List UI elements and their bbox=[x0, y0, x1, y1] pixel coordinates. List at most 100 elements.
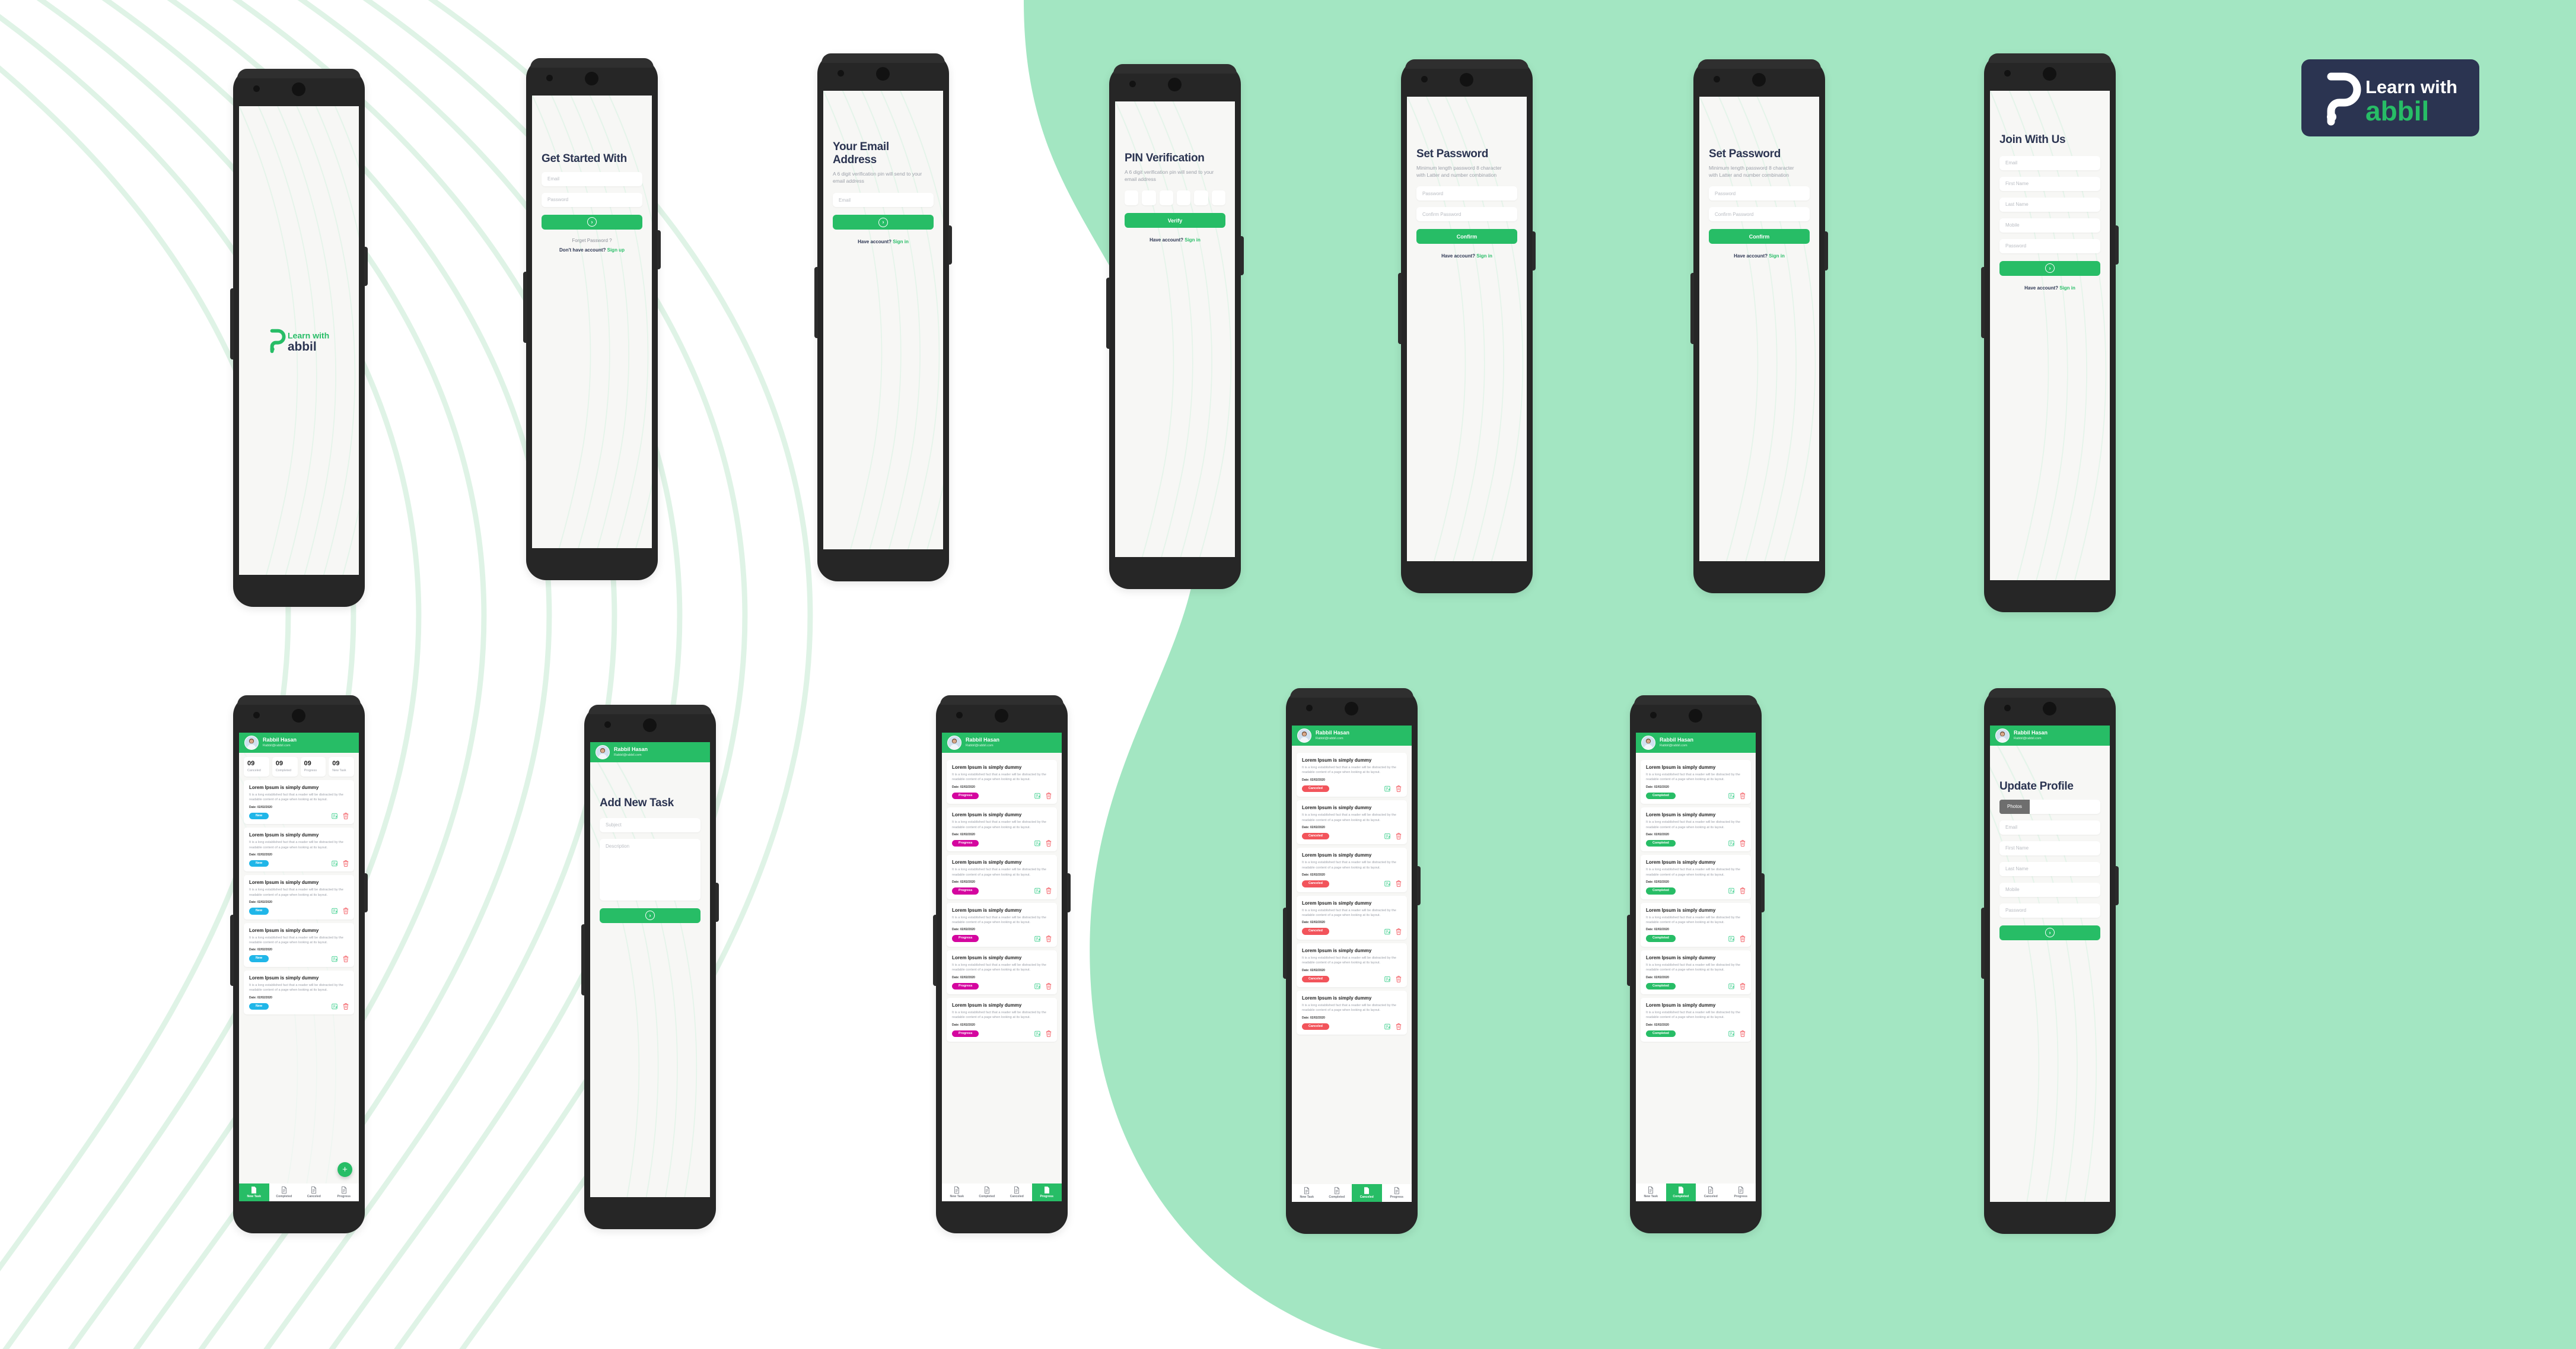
pin-digit-4[interactable] bbox=[1176, 190, 1191, 206]
power-button[interactable] bbox=[1761, 873, 1765, 912]
status-badge[interactable]: Completed bbox=[1646, 839, 1676, 847]
delete-task-icon[interactable] bbox=[1046, 840, 1052, 847]
bottom-nav-item-new-task[interactable]: New Task bbox=[1636, 1183, 1666, 1201]
bottom-navigation[interactable]: New Task Completed Canceled Progress bbox=[1292, 1184, 1412, 1202]
volume-button[interactable] bbox=[1398, 273, 1402, 344]
delete-task-icon[interactable] bbox=[1740, 887, 1746, 895]
power-button[interactable] bbox=[2115, 866, 2119, 905]
power-button[interactable] bbox=[948, 225, 952, 265]
signup-link[interactable]: Sign up bbox=[607, 247, 625, 253]
edit-task-icon[interactable] bbox=[1384, 880, 1390, 887]
edit-task-icon[interactable] bbox=[1728, 983, 1734, 990]
first-name-field[interactable]: First Name bbox=[1999, 176, 2100, 191]
edit-task-icon[interactable] bbox=[332, 860, 337, 867]
edit-task-icon[interactable] bbox=[1728, 887, 1734, 894]
delete-task-icon[interactable] bbox=[343, 908, 349, 915]
task-card[interactable]: Lorem Ipsum is simply dummy It is a long… bbox=[1297, 848, 1407, 892]
status-badge[interactable]: Canceled bbox=[1302, 785, 1329, 793]
delete-task-icon[interactable] bbox=[1740, 982, 1746, 990]
email-field[interactable]: Email bbox=[833, 193, 934, 208]
power-button[interactable] bbox=[657, 230, 661, 269]
delete-task-icon[interactable] bbox=[1396, 880, 1402, 887]
status-badge[interactable]: Progress bbox=[952, 982, 979, 990]
status-badge[interactable]: Completed bbox=[1646, 887, 1676, 895]
forgot-password-link[interactable]: Forget Password ? bbox=[542, 238, 642, 243]
task-scroll-area[interactable]: 09 Canceled 09 Completed 09 Progress 09 … bbox=[239, 753, 359, 1183]
volume-button[interactable] bbox=[1981, 908, 1985, 979]
delete-task-icon[interactable] bbox=[343, 860, 349, 867]
status-badge[interactable]: Progress bbox=[952, 839, 979, 847]
bottom-navigation[interactable]: New Task Completed Canceled Progress bbox=[942, 1183, 1062, 1201]
bottom-nav-item-progress[interactable]: Progress bbox=[1382, 1184, 1412, 1202]
mobile-field[interactable]: Mobile bbox=[1999, 882, 2100, 897]
power-button[interactable] bbox=[2115, 225, 2119, 265]
bottom-nav-item-completed[interactable]: Completed bbox=[972, 1183, 1002, 1201]
task-card[interactable]: Lorem Ipsum is simply dummy It is a long… bbox=[947, 997, 1057, 1042]
task-card[interactable]: Lorem Ipsum is simply dummy It is a long… bbox=[1641, 760, 1751, 804]
photos-button[interactable]: Photos bbox=[1999, 799, 2030, 814]
signin-link[interactable]: Sign in bbox=[1184, 237, 1201, 243]
delete-task-icon[interactable] bbox=[1740, 935, 1746, 942]
delete-task-icon[interactable] bbox=[343, 813, 349, 819]
password-field[interactable]: Password bbox=[1999, 238, 2100, 253]
power-button[interactable] bbox=[364, 873, 368, 912]
edit-task-icon[interactable] bbox=[1384, 833, 1390, 839]
edit-task-icon[interactable] bbox=[1034, 983, 1040, 990]
password-field[interactable]: Password bbox=[1709, 186, 1810, 201]
photo-filename-field[interactable] bbox=[2029, 799, 2100, 814]
status-badge[interactable]: Canceled bbox=[1302, 832, 1329, 840]
task-card[interactable]: Lorem Ipsum is simply dummy It is a long… bbox=[947, 950, 1057, 994]
bottom-nav-item-completed[interactable]: Completed bbox=[1322, 1184, 1352, 1202]
bottom-navigation[interactable]: New Task Completed Canceled Progress bbox=[1636, 1183, 1756, 1201]
delete-task-icon[interactable] bbox=[1396, 785, 1402, 792]
edit-task-icon[interactable] bbox=[1034, 936, 1040, 942]
volume-button[interactable] bbox=[1106, 278, 1110, 349]
password-field[interactable]: Password bbox=[1416, 186, 1517, 201]
delete-task-icon[interactable] bbox=[1046, 793, 1052, 799]
edit-task-icon[interactable] bbox=[1384, 976, 1390, 982]
task-card[interactable]: Lorem Ipsum is simply dummy It is a long… bbox=[1297, 943, 1407, 987]
bottom-nav-item-canceled[interactable]: Canceled bbox=[1002, 1183, 1032, 1201]
status-badge[interactable]: Progress bbox=[952, 887, 979, 895]
task-card[interactable]: Lorem Ipsum is simply dummy It is a long… bbox=[1297, 895, 1407, 940]
task-card[interactable]: Lorem Ipsum is simply dummy It is a long… bbox=[244, 922, 354, 967]
signin-link[interactable]: Sign in bbox=[2059, 285, 2075, 291]
add-task-fab[interactable]: + bbox=[337, 1162, 352, 1177]
status-badge[interactable]: Canceled bbox=[1302, 1023, 1329, 1030]
confirm-password-field[interactable]: Confirm Password bbox=[1709, 207, 1810, 222]
task-scroll-area[interactable]: Lorem Ipsum is simply dummy It is a long… bbox=[1636, 753, 1756, 1183]
signin-submit-button[interactable]: › bbox=[542, 214, 642, 230]
confirm-button[interactable]: Confirm bbox=[1416, 229, 1517, 244]
pin-digit-3[interactable] bbox=[1159, 190, 1173, 206]
first-name-field[interactable]: First Name bbox=[1999, 841, 2100, 855]
delete-task-icon[interactable] bbox=[343, 955, 349, 962]
status-badge[interactable]: Canceled bbox=[1302, 975, 1329, 982]
delete-task-icon[interactable] bbox=[1396, 833, 1402, 840]
confirm-password-field[interactable]: Confirm Password bbox=[1416, 207, 1517, 222]
task-card[interactable]: Lorem Ipsum is simply dummy It is a long… bbox=[1641, 950, 1751, 994]
pin-digit-2[interactable] bbox=[1142, 190, 1156, 206]
bottom-nav-item-completed[interactable]: Completed bbox=[1666, 1183, 1696, 1201]
bottom-navigation[interactable]: New Task Completed Canceled Progress bbox=[239, 1183, 359, 1201]
avatar[interactable] bbox=[947, 736, 961, 750]
task-card[interactable]: Lorem Ipsum is simply dummy It is a long… bbox=[1297, 990, 1407, 1035]
email-field[interactable]: Email bbox=[1999, 820, 2100, 835]
status-badge[interactable]: Completed bbox=[1646, 792, 1676, 800]
photo-upload-row[interactable]: Photos bbox=[1999, 799, 2100, 814]
subject-field[interactable]: Subject bbox=[600, 817, 700, 832]
task-card[interactable]: Lorem Ipsum is simply dummy It is a long… bbox=[947, 760, 1057, 804]
status-badge[interactable]: Progress bbox=[952, 935, 979, 942]
pin-digit-6[interactable] bbox=[1211, 190, 1225, 206]
delete-task-icon[interactable] bbox=[1046, 982, 1052, 990]
add-task-submit-button[interactable]: › bbox=[600, 908, 700, 923]
status-badge[interactable]: New bbox=[249, 955, 269, 962]
edit-task-icon[interactable] bbox=[332, 813, 337, 819]
bottom-nav-item-new-task[interactable]: New Task bbox=[239, 1183, 269, 1201]
bottom-nav-item-canceled[interactable]: Canceled bbox=[299, 1183, 329, 1201]
task-card[interactable]: Lorem Ipsum is simply dummy It is a long… bbox=[244, 970, 354, 1014]
edit-task-icon[interactable] bbox=[1034, 793, 1040, 799]
email-field[interactable]: Email bbox=[542, 171, 642, 186]
bottom-nav-item-completed[interactable]: Completed bbox=[269, 1183, 300, 1201]
delete-task-icon[interactable] bbox=[1396, 1023, 1402, 1030]
last-name-field[interactable]: Last Name bbox=[1999, 861, 2100, 876]
